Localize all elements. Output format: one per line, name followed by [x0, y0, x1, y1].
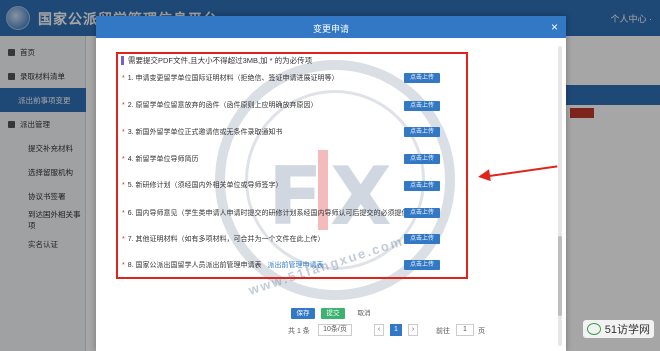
- highlight-box: [116, 52, 468, 279]
- upload-item-7: * 7. 其他证明材料（如有多项材料，可合并为一个文件在此上传）: [122, 236, 325, 243]
- cancel-button[interactable]: 取消: [352, 308, 376, 319]
- save-button[interactable]: 保存: [291, 308, 315, 319]
- note-accent-bar: [121, 56, 124, 65]
- upload-button-8[interactable]: 点击上传: [404, 260, 440, 270]
- pager-current-page[interactable]: 1: [390, 324, 402, 336]
- upload-item-4: * 4. 新留学单位导师简历: [122, 156, 199, 163]
- upload-item-2: * 2. 原留学单位留意放弃的函件（函件原则上应明确放弃原因）: [122, 102, 318, 109]
- upload-button-7[interactable]: 点击上传: [404, 234, 440, 244]
- pager-total: 共 1 条: [288, 328, 310, 335]
- upload-item-5: * 5. 新研修计划（须经国内外相关单位或导师签字）: [122, 182, 283, 189]
- application-form-link[interactable]: 派出前管理申请表: [268, 262, 324, 269]
- requirement-note: 需要提交PDF文件,且大小不得超过3MB,加 * 的为必传项: [121, 56, 312, 65]
- pager-page-unit: 页: [478, 328, 485, 335]
- submit-button[interactable]: 提交: [321, 308, 345, 319]
- upload-button-5[interactable]: 点击上传: [404, 181, 440, 191]
- modal-scrollbar-thumb[interactable]: [558, 236, 562, 316]
- upload-button-4[interactable]: 点击上传: [404, 154, 440, 164]
- upload-item-3: * 3. 新国外留学单位正式邀请信或无条件录取通知书: [122, 129, 283, 136]
- pager-prev-button[interactable]: ‹: [374, 324, 384, 336]
- pager-goto-input[interactable]: 1: [456, 324, 474, 336]
- annotation-arrow-head: [477, 169, 491, 183]
- brand-badge: 51访学网: [582, 320, 654, 338]
- close-icon[interactable]: ×: [551, 20, 558, 34]
- pager-per-page-select[interactable]: 10条/页: [318, 324, 352, 336]
- upload-item-6: * 6. 国内导师意见（学生类申请人申请时提交的研修计划系经国内导师认可后提交的必…: [122, 210, 416, 217]
- modal-header: 变更申请 ×: [96, 16, 566, 38]
- pager-goto-label: 前往: [436, 328, 450, 335]
- upload-button-3[interactable]: 点击上传: [404, 127, 440, 137]
- upload-button-2[interactable]: 点击上传: [404, 101, 440, 111]
- pager-next-button[interactable]: ›: [408, 324, 418, 336]
- upload-item-8: * 8. 国家公派出国留学人员派出前管理申请表 派出前管理申请表: [122, 262, 324, 269]
- modal-title: 变更申请: [312, 24, 349, 34]
- upload-item-1: * 1. 申请变更留学单位国际证明材料（拒绝信、签证申请进展证明等）: [122, 75, 339, 82]
- upload-button-1[interactable]: 点击上传: [404, 73, 440, 83]
- upload-button-6[interactable]: 点击上传: [404, 208, 440, 218]
- wechat-icon: [586, 323, 601, 335]
